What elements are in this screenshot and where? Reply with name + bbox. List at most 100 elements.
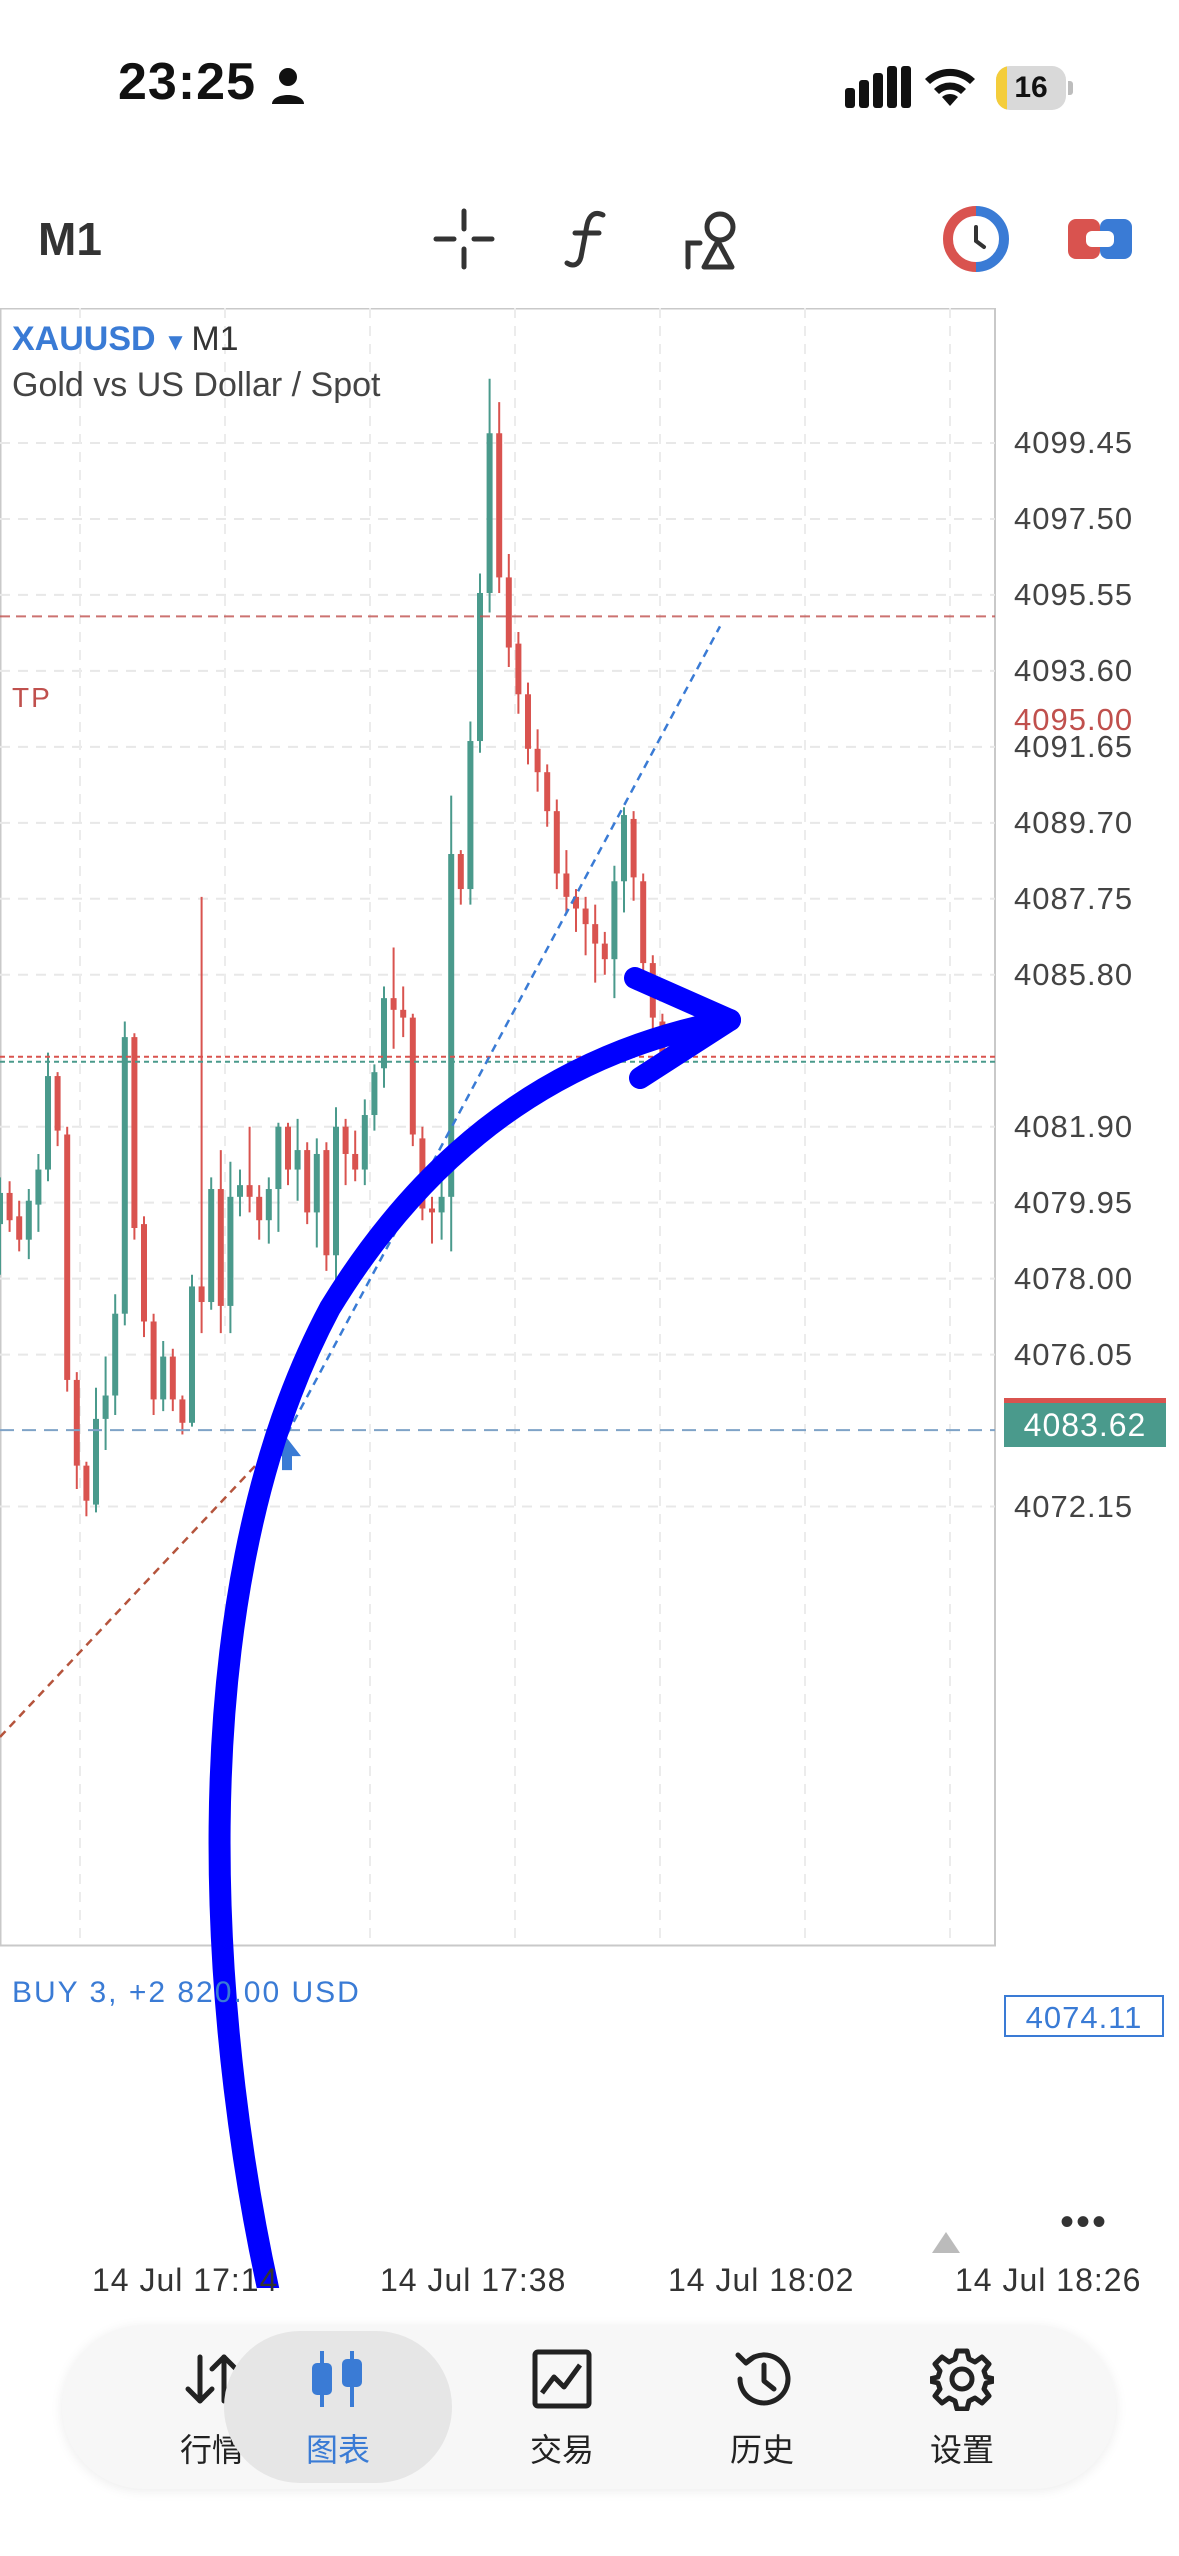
candle-body bbox=[563, 873, 570, 897]
candle-body bbox=[323, 1150, 330, 1256]
candle-body bbox=[400, 1009, 407, 1018]
candle-body bbox=[467, 741, 474, 890]
candle-body bbox=[198, 1286, 205, 1303]
nav-label-trade: 交易 bbox=[529, 2432, 594, 2468]
candle-body bbox=[496, 433, 503, 578]
take-profit-price: 4095.00 bbox=[1014, 702, 1134, 737]
candle-body bbox=[179, 1399, 186, 1423]
open-position-label[interactable]: BUY 3, +2 820.00 USD bbox=[12, 1976, 361, 2010]
candle-body bbox=[150, 1321, 157, 1400]
candle-body bbox=[304, 1150, 311, 1213]
one-click-trading-icon[interactable] bbox=[942, 205, 1010, 273]
status-bar: 23:25 16 bbox=[0, 0, 1179, 170]
candle-body bbox=[217, 1189, 224, 1306]
price-tick-label: 4089.70 bbox=[1014, 804, 1134, 840]
candle-body bbox=[553, 811, 560, 874]
trade-panel-icon[interactable] bbox=[1066, 205, 1134, 273]
timeframe-button[interactable]: M1 bbox=[38, 212, 102, 266]
candle-body bbox=[333, 1126, 339, 1256]
chart-period: M1 bbox=[191, 320, 239, 358]
price-tick-label: 4081.90 bbox=[1014, 1108, 1134, 1144]
symbol-dropdown-icon[interactable]: ▼ bbox=[164, 329, 188, 356]
candle-body bbox=[208, 1189, 215, 1303]
candle-body bbox=[390, 998, 397, 1010]
candle-body bbox=[0, 1192, 3, 1225]
price-tick-label: 4087.75 bbox=[1014, 880, 1134, 916]
candle-body bbox=[265, 1189, 272, 1221]
price-tick-label: 4078.00 bbox=[1014, 1260, 1134, 1296]
nav-settings[interactable]: 设置 bbox=[862, 2325, 1062, 2489]
price-tick-label: 4097.50 bbox=[1014, 500, 1134, 536]
time-tick-label: 14 Jul 17:14 bbox=[92, 2262, 279, 2298]
candle-body bbox=[83, 1465, 90, 1501]
symbol-header[interactable]: XAUUSD ▼ M1 bbox=[12, 320, 239, 359]
wifi-icon bbox=[925, 68, 975, 106]
trade-icon bbox=[532, 2349, 592, 2409]
price-tick-label: 4099.45 bbox=[1014, 425, 1134, 460]
candle-body bbox=[486, 433, 493, 593]
candle-body bbox=[534, 748, 541, 773]
candle-body bbox=[169, 1356, 176, 1400]
candle-body bbox=[477, 592, 483, 742]
history-icon bbox=[735, 2352, 791, 2406]
nav-trade[interactable]: 交易 bbox=[462, 2325, 662, 2489]
candle-body bbox=[131, 1037, 138, 1228]
candle-body bbox=[121, 1037, 128, 1314]
candle-body bbox=[16, 1216, 23, 1240]
symbol-description: Gold vs US Dollar / Spot bbox=[12, 366, 381, 404]
status-time: 23:25 bbox=[118, 53, 256, 111]
battery-indicator: 16 bbox=[996, 66, 1074, 110]
entry-price-badge: 4074.11 bbox=[1004, 1995, 1164, 2037]
candle-body bbox=[313, 1153, 320, 1213]
price-tick-label: 4085.80 bbox=[1014, 956, 1134, 992]
person-icon bbox=[272, 68, 304, 104]
battery-level: 16 bbox=[1014, 71, 1048, 104]
candle-body bbox=[582, 908, 589, 925]
candle-body bbox=[621, 815, 627, 882]
annotation-arrow bbox=[208, 1009, 741, 2288]
candle-body bbox=[457, 854, 464, 890]
candle-body bbox=[640, 881, 647, 964]
candle-body bbox=[64, 1134, 71, 1380]
crosshair-icon[interactable] bbox=[430, 205, 498, 273]
time-tick-label: 14 Jul 18:02 bbox=[668, 2262, 855, 2298]
take-profit-label[interactable]: TP bbox=[12, 682, 52, 714]
nav-history[interactable]: 历史 bbox=[662, 2325, 862, 2489]
candle-body bbox=[189, 1286, 195, 1423]
candle-body bbox=[256, 1196, 263, 1221]
symbol-name[interactable]: XAUUSD bbox=[12, 320, 156, 358]
candle-body bbox=[45, 1076, 51, 1170]
nav-chart[interactable]: 图表 bbox=[224, 2325, 452, 2489]
price-tick-label: 4093.60 bbox=[1014, 652, 1134, 688]
indicator-f-icon[interactable] bbox=[555, 205, 623, 273]
scroll-end-icon bbox=[932, 2232, 960, 2253]
nav-label-history: 历史 bbox=[729, 2432, 794, 2468]
candle-body bbox=[525, 694, 531, 749]
candle-body bbox=[237, 1185, 243, 1197]
candle-body bbox=[54, 1076, 61, 1131]
candle-body bbox=[342, 1126, 349, 1154]
candle-body bbox=[515, 643, 522, 695]
objects-icon[interactable] bbox=[680, 205, 748, 273]
candle-body bbox=[112, 1313, 119, 1396]
candle-body bbox=[35, 1169, 42, 1205]
candle-body bbox=[294, 1150, 301, 1170]
candle-body bbox=[429, 1208, 435, 1213]
candle-body bbox=[102, 1395, 109, 1419]
time-tick-label: 14 Jul 17:38 bbox=[380, 2262, 567, 2298]
nav-label-settings: 设置 bbox=[929, 2432, 994, 2468]
candle-body bbox=[227, 1196, 234, 1306]
more-icon[interactable]: ••• bbox=[1060, 2200, 1108, 2245]
candle-body bbox=[160, 1356, 167, 1400]
candle-body bbox=[73, 1379, 80, 1466]
candle-body bbox=[285, 1126, 291, 1170]
candle-body bbox=[630, 818, 637, 878]
candle-body bbox=[6, 1192, 13, 1221]
candle-body bbox=[275, 1126, 282, 1190]
nav-label-chart: 图表 bbox=[305, 2432, 370, 2468]
time-tick-label: 14 Jul 18:26 bbox=[955, 2262, 1142, 2298]
price-tick-label: 4095.55 bbox=[1014, 576, 1134, 612]
candle-body bbox=[381, 998, 387, 1069]
chart-icon bbox=[312, 2351, 362, 2407]
price-tick-label: 4079.95 bbox=[1014, 1184, 1134, 1220]
